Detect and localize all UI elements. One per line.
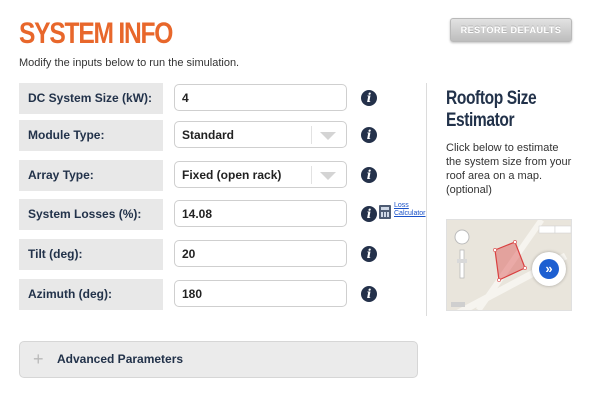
form-row-azimuth: Azimuth (deg): 180 i [19,279,414,310]
roof-outline-polygon [494,241,526,281]
map-type-button[interactable] [538,225,556,234]
advanced-parameters-toggle[interactable]: + Advanced Parameters [19,341,418,378]
loss-link-line1: Loss [394,202,409,209]
losses-input[interactable]: 14.08 [174,200,347,227]
page-title: SYSTEM INFO [19,17,173,50]
chevron-down-icon [320,132,336,140]
info-icon[interactable]: i [361,127,377,143]
dc-size-input[interactable]: 4 [174,84,347,111]
array-type-select[interactable]: Fixed (open rack) [174,161,347,188]
rooftop-estimator-title: Rooftop Size Estimator [446,88,537,131]
restore-defaults-button[interactable]: RESTORE DEFAULTS [450,18,572,42]
form-row-losses: System Losses (%): 14.08 i Loss Calculat… [19,199,426,230]
map-zoom-thumb[interactable] [457,259,467,263]
form-row-module-type: Module Type: Standard i [19,120,414,151]
tilt-input[interactable]: 20 [174,240,347,267]
loss-calculator-link[interactable]: Loss Calculator [394,202,426,218]
form-row-tilt: Tilt (deg): 20 i [19,239,414,270]
chevron-right-double-icon: » [539,259,559,279]
select-divider [311,126,312,144]
form-row-dc-size: DC System Size (kW): 4 i [19,83,414,114]
map-open-button[interactable]: » [532,252,566,286]
sidebar-divider [426,83,427,316]
info-icon[interactable]: i [361,167,377,183]
calculator-icon[interactable] [379,205,391,219]
form-row-array-type: Array Type: Fixed (open rack) i [19,160,414,191]
tilt-label: Tilt (deg): [19,239,163,270]
page-subtitle: Modify the inputs below to run the simul… [19,57,240,69]
advanced-parameters-label: Advanced Parameters [57,352,184,366]
plus-icon: + [33,349,44,369]
array-type-label: Array Type: [19,160,163,191]
azimuth-input[interactable]: 180 [174,280,347,307]
select-divider [311,166,312,184]
losses-label: System Losses (%): [19,199,163,230]
info-icon[interactable]: i [361,90,377,106]
info-icon[interactable]: i [361,286,377,302]
chevron-down-icon [320,172,336,180]
array-type-value: Fixed (open rack) [182,168,282,182]
module-type-value: Standard [182,128,235,142]
map-zoom-slider[interactable] [459,249,465,279]
azimuth-label: Azimuth (deg): [19,279,163,310]
satellite-type-button[interactable] [554,225,571,234]
module-type-label: Module Type: [19,120,163,151]
dc-size-label: DC System Size (kW): [19,83,163,114]
info-icon[interactable]: i [361,206,377,222]
info-icon[interactable]: i [361,246,377,262]
rooftop-estimator-description: Click below to estimate the system size … [446,142,572,196]
google-logo [451,302,465,307]
loss-link-line2: Calculator [394,210,426,217]
map-pan-control[interactable] [454,229,470,245]
module-type-select[interactable]: Standard [174,121,347,148]
